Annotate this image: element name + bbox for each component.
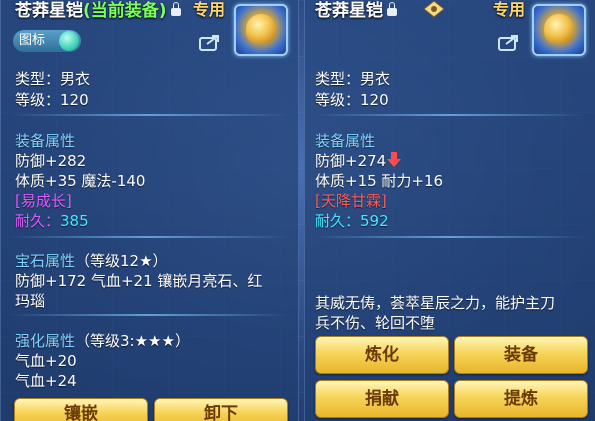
gem-header-line: 宝石属性（等级12★）	[15, 250, 168, 271]
item-name: 苍莽星铠	[315, 1, 383, 21]
gem-line: 防御+172 气血+21 镶嵌月亮石、红	[15, 272, 263, 290]
divider	[9, 314, 289, 316]
special-tag: [天降甘霖]	[315, 192, 387, 210]
defense-value: 防御+274	[315, 152, 387, 170]
inlay-button[interactable]: 镶嵌	[14, 398, 148, 421]
item-title: 苍莽星铠	[315, 0, 397, 21]
equip-attr-header: 装备属性	[15, 132, 76, 150]
description-line: 其威无俦，荟萃星辰之力，能护主刀	[315, 294, 556, 312]
lock-icon[interactable]	[170, 2, 181, 16]
orb-icon	[59, 31, 79, 51]
divider	[9, 114, 289, 116]
equip-attr-header: 装备属性	[315, 132, 376, 150]
description-line: 兵不伤、轮回不堕	[315, 314, 436, 332]
armor-item-icon[interactable]	[532, 4, 586, 56]
enhance-level: （等级3:★★★）	[75, 332, 190, 350]
refine-button[interactable]: 炼化	[315, 336, 449, 374]
equipped-status: (当前装备)	[83, 1, 167, 21]
down-arrow-icon	[387, 152, 402, 167]
exclusive-label: 专用	[493, 0, 526, 19]
stats-line: 体质+15 耐力+16	[315, 172, 444, 190]
special-tag: [易成长]	[15, 192, 72, 210]
durability-label: 耐久：	[315, 212, 361, 230]
enhance-line: 气血+20	[15, 352, 77, 370]
level-line: 等级：120	[15, 91, 89, 109]
gem-header: 宝石属性	[15, 252, 76, 270]
compare-item-panel: 苍莽星铠 专用 类型：男衣 等级：120 装备属性 防御+274 体质+15 耐…	[304, 0, 595, 421]
divider	[313, 114, 585, 116]
gem-line: 玛瑙	[15, 292, 46, 310]
divider	[313, 236, 585, 238]
equipped-item-panel: 苍莽星铠(当前装备) 专用 图标 类型：男衣 等级：120 装备属性 防御+28…	[0, 0, 299, 421]
exclusive-label: 专用	[193, 0, 226, 19]
enhance-header: 强化属性	[15, 332, 76, 350]
enhance-header-line: 强化属性（等级3:★★★）	[15, 330, 190, 351]
gem-level: （等级12★）	[75, 252, 168, 270]
lock-icon[interactable]	[387, 2, 397, 16]
unequip-button[interactable]: 卸下	[154, 398, 288, 421]
durability-value: 592	[360, 212, 389, 230]
armor-item-icon[interactable]	[234, 4, 288, 56]
icon-tag-label: 图标	[19, 33, 46, 48]
extract-button[interactable]: 提炼	[454, 380, 588, 418]
icon-tag-button[interactable]: 图标	[13, 30, 81, 52]
defense-line: 防御+274	[315, 150, 402, 171]
durability-value: 385	[60, 212, 89, 230]
level-line: 等级：120	[315, 91, 389, 109]
badge-icon	[423, 0, 445, 18]
item-name: 苍莽星铠	[15, 1, 83, 21]
durability-label: 耐久：	[15, 212, 61, 230]
equip-button[interactable]: 装备	[454, 336, 588, 374]
durability-line: 耐久：592	[315, 210, 389, 231]
type-line: 类型：男衣	[315, 70, 391, 88]
stats-line: 体质+35 魔法-140	[15, 172, 146, 190]
defense-line: 防御+282	[15, 152, 87, 170]
item-title: 苍莽星铠(当前装备)	[15, 0, 181, 21]
divider	[9, 236, 289, 238]
enhance-line: 气血+24	[15, 372, 77, 390]
share-icon[interactable]	[199, 33, 221, 51]
share-icon[interactable]	[498, 33, 520, 51]
durability-line: 耐久：385	[15, 210, 89, 231]
type-line: 类型：男衣	[15, 70, 91, 88]
donate-button[interactable]: 捐献	[315, 380, 449, 418]
